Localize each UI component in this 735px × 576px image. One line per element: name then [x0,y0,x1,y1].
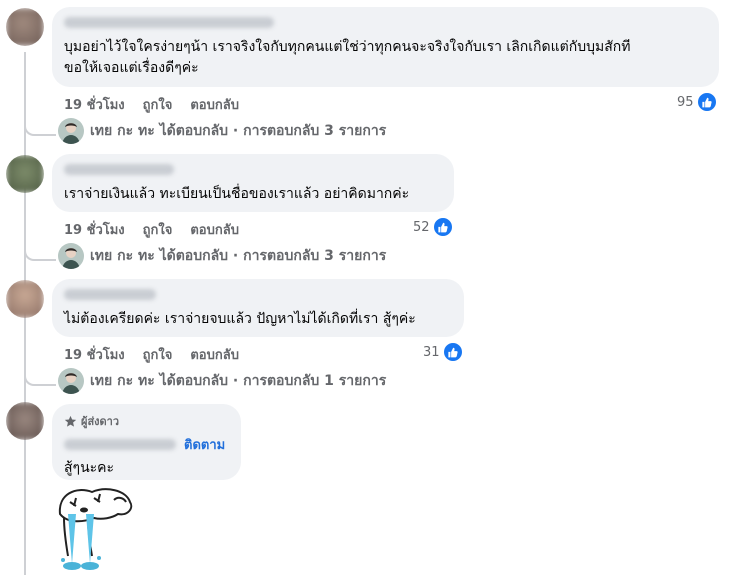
commenter-name[interactable] [64,439,176,450]
replies-summary: เทย กะ ทะ ได้ตอบกลับ · การตอบกลับ 3 รายก… [90,123,387,139]
like-icon [696,92,717,112]
reaction-count[interactable]: 31 [423,342,463,362]
like-button[interactable]: ถูกใจ [143,344,173,365]
commenter-avatar[interactable] [6,402,44,440]
star-badge-icon [64,415,77,427]
like-icon [442,342,463,362]
top-fan-badge: ผู้ส่งดาว [64,412,229,430]
comment-text: ขอให้เจอแต่เรื่องดีๆค่ะ [64,60,199,76]
comment-bubble: ไม่ต้องเครียดค่ะ เราจ่ายจบแล้ว ปัญหาไม่ไ… [52,279,464,337]
comment-bubble: เราจ่ายเงินแล้ว ทะเบียนเป็นชื่อของเราแล้… [52,154,454,212]
replier-avatar [58,118,84,144]
reply-button[interactable]: ตอบกลับ [190,219,239,240]
comment-timestamp[interactable]: 19 ชั่วโมง [64,344,125,365]
reply-connector [24,243,56,261]
view-replies-link[interactable]: เทย กะ ทะ ได้ตอบกลับ · การตอบกลับ 1 รายก… [58,368,386,394]
commenter-name[interactable] [64,17,274,28]
comment-timestamp[interactable]: 19 ชั่วโมง [64,94,125,115]
reply-button[interactable]: ตอบกลับ [190,94,239,115]
comment-text: เราจ่ายเงินแล้ว ทะเบียนเป็นชื่อของเราแล้… [64,186,410,202]
commenter-avatar[interactable] [6,155,44,193]
comment-timestamp[interactable]: 19 ชั่วโมง [64,219,125,240]
comment-text: บุมอย่าไว้ใจใครง่ายๆน้า เราจริงใจกับทุกค… [64,39,631,55]
commenter-avatar[interactable] [6,280,44,318]
reaction-count[interactable]: 95 [677,92,717,112]
view-replies-link[interactable]: เทย กะ ทะ ได้ตอบกลับ · การตอบกลับ 3 รายก… [58,243,386,269]
comment-bubble: บุมอย่าไว้ใจใครง่ายๆน้า เราจริงใจกับทุกค… [52,7,719,87]
comment-bubble: ผู้ส่งดาว ติดตาม สู้ๆนะคะ [52,404,241,480]
reply-connector [24,118,56,136]
like-button[interactable]: ถูกใจ [143,219,173,240]
like-button[interactable]: ถูกใจ [143,94,173,115]
reply-connector [24,368,56,386]
view-replies-link[interactable]: เทย กะ ทะ ได้ตอบกลับ · การตอบกลับ 3 รายก… [58,118,386,144]
crying-sticker [54,484,138,572]
reaction-count[interactable]: 52 [413,217,453,237]
commenter-name[interactable] [64,289,156,300]
commenter-avatar[interactable] [6,8,44,46]
comment-text: ไม่ต้องเครียดค่ะ เราจ่ายจบแล้ว ปัญหาไม่ไ… [64,311,416,327]
replies-summary: เทย กะ ทะ ได้ตอบกลับ · การตอบกลับ 1 รายก… [90,373,387,389]
replier-avatar [58,243,84,269]
replies-summary: เทย กะ ทะ ได้ตอบกลับ · การตอบกลับ 3 รายก… [90,248,387,264]
follow-button[interactable]: ติดตาม [184,434,225,455]
replier-avatar [58,368,84,394]
comment-actions: 19 ชั่วโมง ถูกใจ ตอบกลับ [64,219,239,240]
comment-actions: 19 ชั่วโมง ถูกใจ ตอบกลับ [64,344,239,365]
comment-text: สู้ๆนะคะ [64,460,115,476]
like-icon [432,217,453,237]
commenter-name[interactable] [64,164,174,175]
comment-actions: 19 ชั่วโมง ถูกใจ ตอบกลับ [64,94,239,115]
reply-button[interactable]: ตอบกลับ [190,344,239,365]
